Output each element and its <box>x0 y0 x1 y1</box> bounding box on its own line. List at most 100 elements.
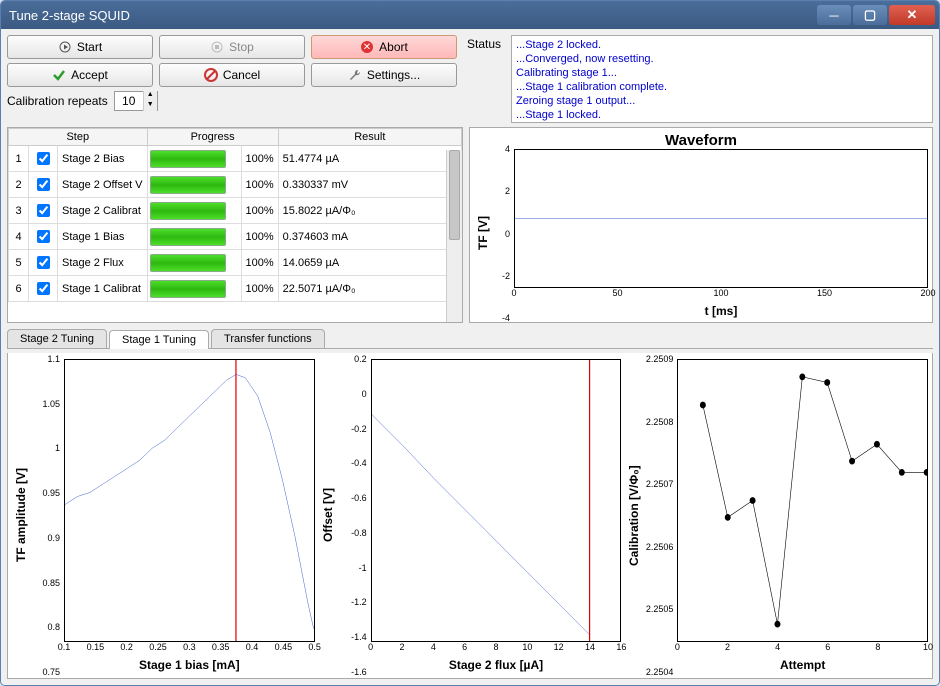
cancel-button[interactable]: Cancel <box>159 63 305 87</box>
status-line: ...Stage 1 calibration complete. <box>516 80 928 94</box>
tick-label: -1.6 <box>351 667 367 677</box>
tick-label: 2 <box>399 642 404 652</box>
waveform-plot[interactable] <box>514 149 928 288</box>
abort-button[interactable]: ✕ Abort <box>311 35 457 59</box>
tab[interactable]: Transfer functions <box>211 329 325 348</box>
tick-label: 0.4 <box>246 642 259 652</box>
row-progress <box>147 172 241 198</box>
row-step: Stage 1 Calibrat <box>58 276 148 302</box>
table-row[interactable]: 2Stage 2 Offset V100%0.330337 mV <box>9 172 462 198</box>
table-row[interactable]: 4Stage 1 Bias100%0.374603 mA <box>9 224 462 250</box>
row-result: 15.8022 µA/Φ₀ <box>278 198 461 224</box>
tick-label: -1.2 <box>351 597 367 607</box>
status-line: ...Stage 1 zeroed. <box>516 122 928 123</box>
row-result: 0.330337 mV <box>278 172 461 198</box>
subplot: TF amplitude [V]0.750.80.850.90.9511.051… <box>12 359 315 672</box>
tab[interactable]: Stage 2 Tuning <box>7 329 107 348</box>
tick-label: -1.4 <box>351 632 367 642</box>
row-checkbox[interactable] <box>37 256 50 269</box>
cal-input[interactable] <box>115 93 143 109</box>
abort-label: Abort <box>379 40 408 54</box>
settings-button[interactable]: Settings... <box>311 63 457 87</box>
status-log[interactable]: ...Stage 2 locked....Converged, now rese… <box>511 35 933 123</box>
table-row[interactable]: 1Stage 2 Bias100%51.4774 µA <box>9 146 462 172</box>
plot-ylabel: TF amplitude [V] <box>12 359 30 672</box>
accept-button[interactable]: Accept <box>7 63 153 87</box>
row-progress <box>147 224 241 250</box>
tick-label: 0.35 <box>212 642 230 652</box>
row-idx: 4 <box>9 224 29 250</box>
cal-spinner[interactable]: ▲ ▼ <box>114 91 158 111</box>
waveform-title: Waveform <box>474 132 928 149</box>
spin-down[interactable]: ▼ <box>144 101 157 111</box>
row-checkbox[interactable] <box>37 152 50 165</box>
tick-label: 2 <box>505 186 510 196</box>
tick-label: 14 <box>585 642 595 652</box>
stop-label: Stop <box>229 40 254 54</box>
close-button[interactable]: ✕ <box>889 5 935 25</box>
stop-button[interactable]: Stop <box>159 35 305 59</box>
waveform-ylabel: TF [V] <box>474 149 492 318</box>
row-check[interactable] <box>29 198 58 224</box>
status-line: Zeroing stage 1 output... <box>516 94 928 108</box>
row-check[interactable] <box>29 276 58 302</box>
table-row[interactable]: 5Stage 2 Flux100%14.0659 µA <box>9 250 462 276</box>
row-progress <box>147 276 241 302</box>
tick-label: 4 <box>505 144 510 154</box>
spin-up[interactable]: ▲ <box>144 91 157 101</box>
row-progress <box>147 198 241 224</box>
progress-bar <box>150 176 226 194</box>
row-check[interactable] <box>29 250 58 276</box>
tick-label: 0.8 <box>47 622 60 632</box>
plot-xaxis: 0246810 <box>677 642 928 656</box>
row-checkbox[interactable] <box>37 204 50 217</box>
tick-label: 10 <box>522 642 532 652</box>
row-checkbox[interactable] <box>37 282 50 295</box>
row-step: Stage 2 Flux <box>58 250 148 276</box>
tab[interactable]: Stage 1 Tuning <box>109 330 209 349</box>
window-title: Tune 2-stage SQUID <box>9 8 130 23</box>
tick-label: 0.25 <box>149 642 167 652</box>
row-check[interactable] <box>29 224 58 250</box>
tick-label: -0.6 <box>351 493 367 503</box>
tick-label: 6 <box>825 642 830 652</box>
table-scrollbar[interactable] <box>446 150 462 322</box>
stop-icon <box>210 40 224 54</box>
row-check[interactable] <box>29 172 58 198</box>
plot-area[interactable] <box>64 359 315 642</box>
tick-label: 0.2 <box>354 354 367 364</box>
start-button[interactable]: Start <box>7 35 153 59</box>
plot-ylabel: Calibration [V/Φ₀] <box>625 359 643 672</box>
row-pct: 100% <box>241 198 278 224</box>
plot-xlabel: Stage 1 bias [mA] <box>64 658 315 672</box>
row-checkbox[interactable] <box>37 178 50 191</box>
th-step: Step <box>9 129 148 146</box>
plot-xaxis: 0.10.150.20.250.30.350.40.450.5 <box>64 642 315 656</box>
plot-area[interactable] <box>677 359 928 642</box>
plot-area[interactable] <box>371 359 622 642</box>
content: Start Stop ✕ Abort <box>1 29 939 685</box>
row-checkbox[interactable] <box>37 230 50 243</box>
tick-label: -0.4 <box>351 458 367 468</box>
cancel-label: Cancel <box>223 68 260 82</box>
tick-label: 0 <box>511 288 516 298</box>
row-idx: 2 <box>9 172 29 198</box>
cancel-icon <box>204 68 218 82</box>
scrollbar-thumb[interactable] <box>449 150 460 240</box>
table-row[interactable]: 6Stage 1 Calibrat100%22.5071 µA/Φ₀ <box>9 276 462 302</box>
status-label: Status <box>467 37 501 51</box>
row-check[interactable] <box>29 146 58 172</box>
row-result: 51.4774 µA <box>278 146 461 172</box>
abort-icon: ✕ <box>360 40 374 54</box>
status-line: Calibrating stage 1... <box>516 66 928 80</box>
tick-label: 12 <box>554 642 564 652</box>
tick-label: 2.2505 <box>646 604 674 614</box>
plot-ylabel: Offset [V] <box>319 359 337 672</box>
th-progress: Progress <box>147 129 278 146</box>
maximize-button[interactable]: ▢ <box>853 5 887 25</box>
progress-bar <box>150 280 226 298</box>
table-row[interactable]: 3Stage 2 Calibrat100%15.8022 µA/Φ₀ <box>9 198 462 224</box>
progress-bar <box>150 228 226 246</box>
minimize-button[interactable]: ─ <box>817 5 851 25</box>
tick-label: 6 <box>462 642 467 652</box>
